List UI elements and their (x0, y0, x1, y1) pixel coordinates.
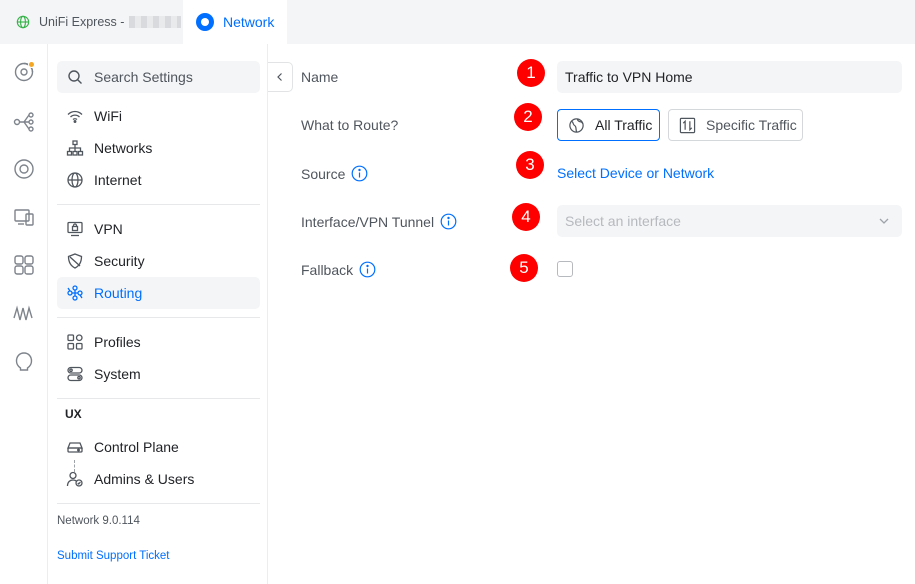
globe-icon (569, 117, 584, 133)
redacted-device-name (129, 16, 182, 28)
sidebar-item-label: Profiles (94, 334, 141, 350)
info-icon[interactable] (440, 213, 457, 230)
vpn-icon (67, 221, 83, 237)
admins-users-icon (66, 471, 83, 487)
chevron-down-icon (879, 218, 889, 224)
topology-icon (66, 140, 84, 156)
sidebar-item-label: Internet (94, 172, 142, 188)
select-device-or-network-link[interactable]: Select Device or Network (557, 165, 714, 181)
collapse-sidebar-button[interactable] (268, 62, 293, 92)
interface-select[interactable]: Select an interface (557, 205, 902, 237)
sidebar-item-networks[interactable]: Networks (57, 132, 260, 164)
top-tab-bar: UniFi Express - Network (0, 0, 915, 44)
fallback-checkbox[interactable] (557, 261, 573, 277)
sidebar-item-label: Security (94, 253, 145, 269)
sidebar-item-routing[interactable]: Routing (57, 277, 260, 309)
sidebar-item-label: Control Plane (94, 439, 179, 455)
sidebar-item-label: Admins & Users (94, 471, 195, 487)
source-label: Source (301, 165, 368, 182)
name-input[interactable] (557, 61, 902, 93)
sidebar-divider (57, 503, 260, 504)
clients-icon[interactable] (12, 205, 36, 229)
sidebar-item-label: VPN (94, 221, 123, 237)
sidebar-item-control-plane[interactable]: Control Plane (57, 431, 260, 463)
routing-icon (67, 285, 83, 301)
app-icon-rail (0, 44, 48, 584)
statistics-icon[interactable] (12, 253, 36, 277)
version-label: Network 9.0.114 (57, 515, 140, 527)
sidebar-item-internet[interactable]: Internet (57, 164, 260, 196)
step-badge-3: 3 (516, 151, 544, 179)
arrows-up-down-icon (679, 117, 696, 133)
search-input[interactable] (94, 69, 244, 85)
profiles-icon (67, 334, 83, 350)
section-label-ux: UX (65, 407, 82, 421)
what-to-route-label: What to Route? (301, 117, 398, 133)
specific-traffic-button[interactable]: Specific Traffic (668, 109, 803, 141)
step-badge-4: 4 (512, 203, 540, 231)
sidebar-item-vpn[interactable]: VPN (57, 213, 260, 245)
all-traffic-label: All Traffic (595, 117, 653, 133)
topology-rail-icon[interactable] (12, 110, 36, 134)
sidebar-item-security[interactable]: Security (57, 245, 260, 277)
interface-vpn-tunnel-label-text: Interface/VPN Tunnel (301, 213, 435, 230)
submit-support-ticket-link[interactable]: Submit Support Ticket (57, 550, 170, 562)
sidebar-divider (57, 398, 260, 399)
fallback-label: Fallback (301, 261, 376, 278)
globe-icon (67, 172, 83, 188)
sidebar-item-label: WiFi (94, 108, 122, 124)
source-label-text: Source (301, 165, 346, 182)
sidebar-item-system[interactable]: System (57, 358, 260, 390)
wifi-icon (67, 110, 83, 123)
insights-icon[interactable] (12, 302, 36, 326)
alarm-manager-icon[interactable] (12, 350, 36, 374)
info-icon[interactable] (359, 261, 376, 278)
sidebar-divider (57, 204, 260, 205)
info-icon[interactable] (351, 165, 368, 182)
search-box[interactable] (57, 61, 260, 93)
sidebar-item-label: Routing (94, 285, 143, 301)
shield-icon (67, 253, 83, 269)
step-badge-1: 1 (517, 59, 545, 87)
tab-unifi-label: UniFi Express - (39, 15, 125, 29)
control-plane-icon (67, 442, 83, 453)
name-label-text: Name (301, 69, 339, 85)
devices-icon[interactable] (12, 157, 36, 181)
globe-icon (16, 15, 30, 29)
system-icon (67, 366, 83, 382)
interface-vpn-tunnel-label: Interface/VPN Tunnel (301, 213, 457, 230)
settings-sidebar: WiFi Networks Internet VPN Security Rout… (49, 44, 268, 584)
all-traffic-button[interactable]: All Traffic (557, 109, 660, 141)
fallback-label-text: Fallback (301, 261, 354, 278)
what-to-route-label-text: What to Route? (301, 117, 399, 133)
step-badge-2: 2 (514, 103, 542, 131)
sidebar-item-profiles[interactable]: Profiles (57, 326, 260, 358)
interface-select-placeholder: Select an interface (565, 213, 681, 229)
tab-network[interactable]: Network (183, 0, 287, 44)
specific-traffic-label: Specific Traffic (706, 117, 797, 133)
search-icon (68, 70, 82, 84)
network-logo-icon (196, 13, 214, 31)
step-badge-5: 5 (510, 254, 538, 282)
sidebar-item-wifi[interactable]: WiFi (57, 100, 260, 132)
sidebar-divider (57, 317, 260, 318)
sidebar-item-label: System (94, 366, 141, 382)
chevron-left-icon (277, 73, 282, 81)
sidebar-item-admins-users[interactable]: Admins & Users (57, 463, 260, 495)
name-label: Name (301, 69, 338, 85)
dashboard-icon[interactable] (12, 60, 36, 84)
tab-network-label: Network (223, 14, 275, 30)
sidebar-item-label: Networks (94, 140, 153, 156)
tab-unifi-express[interactable]: UniFi Express - (0, 0, 183, 44)
